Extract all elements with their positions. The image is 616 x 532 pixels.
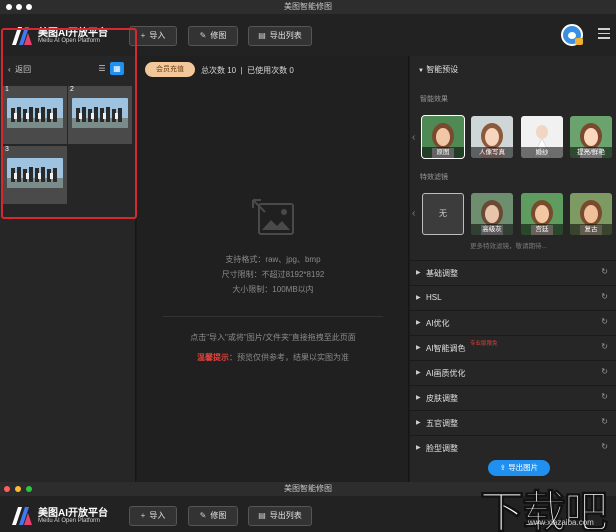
window-zoom-dot[interactable] — [26, 4, 32, 10]
thumbnail-item[interactable]: 3 — [3, 146, 67, 204]
import-drop-area[interactable]: 会员充值 总次数 10 | 已使用次数 0 支持格式：raw、jpg、bmp 尺… — [137, 56, 409, 482]
filter-none[interactable]: 无 — [422, 193, 464, 235]
vip-recharge-button[interactable]: 会员充值 — [145, 62, 195, 77]
retouch-button[interactable]: ✎ 修图 — [188, 26, 238, 46]
triangle-right-icon: ▶ — [416, 370, 421, 376]
reset-icon[interactable]: ↻ — [601, 392, 608, 401]
triangle-down-icon: ▼ — [418, 68, 424, 74]
file-limit-text: 大小限制：100MB以内 — [232, 285, 314, 294]
list-icon: ▤ — [258, 511, 266, 520]
section-ai-quality[interactable]: ▶ AI画质优化 ↻ — [410, 360, 616, 384]
window-minimize-dot[interactable] — [16, 4, 22, 10]
export-list-button[interactable]: ▤ 导出列表 — [248, 26, 312, 46]
import-button[interactable]: + 导入 — [129, 506, 177, 526]
effect-original[interactable]: 原图 — [421, 115, 465, 159]
chevron-left-icon[interactable]: ‹ — [412, 132, 415, 143]
plus-icon: + — [140, 511, 146, 520]
reset-icon[interactable]: ↻ — [601, 342, 608, 351]
adjustment-panel: ▼ 智能预设 智能效果 ‹ 原图 人像写真 婚纱 提亮/鲜艳 特效滤镜 ‹ 无 … — [410, 56, 616, 482]
section-features[interactable]: ▶ 五官调整 ↻ — [410, 410, 616, 434]
pro-free-badge: 专业版限免 — [470, 341, 498, 347]
filter-retro[interactable]: 复古 — [570, 193, 612, 235]
filter-gray[interactable]: 高级灰 — [471, 193, 513, 235]
chevron-left-icon[interactable]: ‹ — [412, 208, 415, 219]
magic-wand-icon: ✎ — [199, 31, 207, 40]
section-ai-optimize[interactable]: ▶ AI优化 ↻ — [410, 310, 616, 334]
window-title: 美图智能修图 — [284, 2, 332, 11]
effect-portrait[interactable]: 人像写真 — [471, 116, 513, 158]
smart-effect-title: 智能效果 — [420, 96, 448, 103]
triangle-right-icon: ▶ — [416, 270, 421, 276]
list-icon: ▤ — [258, 31, 266, 40]
thumbnail-index: 3 — [5, 146, 9, 153]
image-placeholder-icon — [252, 199, 294, 235]
section-hsl[interactable]: ▶ HSL ↻ — [410, 285, 616, 309]
reset-icon[interactable]: ↻ — [601, 417, 608, 426]
thumbnail-item[interactable]: 1 — [3, 86, 67, 144]
triangle-right-icon: ▶ — [416, 295, 421, 301]
reset-icon[interactable]: ↻ — [601, 292, 608, 301]
export-image-button[interactable]: ⇪ 导出图片 — [488, 460, 550, 476]
brand-subtitle: Meitu AI Open Platform — [38, 518, 101, 524]
triangle-right-icon: ▶ — [416, 320, 421, 326]
section-face-shape[interactable]: ▶ 脸型调整 ↻ — [410, 435, 616, 459]
retouch-button[interactable]: ✎ 修图 — [188, 506, 238, 526]
window-title: 美图智能修图 — [284, 484, 332, 493]
triangle-right-icon: ▶ — [416, 420, 421, 426]
brand-name: 美图AI开放平台 — [38, 508, 108, 519]
group-photo-image — [7, 158, 63, 188]
triangle-right-icon: ▶ — [416, 345, 421, 351]
window-title-bar: 美图智能修图 — [0, 0, 616, 14]
reset-icon[interactable]: ↻ — [601, 442, 608, 451]
thumbnail-index: 2 — [70, 86, 74, 93]
effect-wedding[interactable]: 婚纱 — [521, 116, 563, 158]
preset-section-header[interactable]: ▼ 智能预设 — [418, 64, 458, 75]
reset-icon[interactable]: ↻ — [601, 317, 608, 326]
size-limit-text: 尺寸限制：不超过8192*8192 — [221, 270, 325, 279]
meitu-logo-icon — [12, 507, 32, 525]
user-avatar[interactable] — [561, 24, 583, 46]
thumbnail-index: 1 — [5, 86, 9, 93]
section-ai-color[interactable]: ▶ AI智能调色 专业版限免 ↻ — [410, 335, 616, 359]
window-close-dot[interactable] — [6, 4, 12, 10]
window-zoom-dot[interactable] — [26, 486, 32, 492]
preview-warning: 温馨提示：预览仅供参考，结果以实图为准 — [197, 353, 349, 362]
section-basic-adjust[interactable]: ▶ 基础调整 ↻ — [410, 260, 616, 284]
menu-icon[interactable] — [598, 28, 610, 39]
upload-icon: ⇪ — [499, 463, 507, 472]
plus-icon: + — [140, 31, 146, 40]
triangle-right-icon: ▶ — [416, 445, 421, 451]
thumbnail-item[interactable]: 2 — [68, 86, 132, 144]
reset-icon[interactable]: ↻ — [601, 367, 608, 376]
group-photo-image — [7, 98, 63, 128]
usage-counter: 总次数 10 | 已使用次数 0 — [201, 66, 294, 75]
export-list-button[interactable]: ▤ 导出列表 — [248, 506, 312, 526]
site-watermark-url: www.xiazaiba.com — [528, 518, 594, 527]
reset-icon[interactable]: ↻ — [601, 267, 608, 276]
filter-title: 特效滤镜 — [420, 174, 448, 181]
effect-brighten[interactable]: 提亮/鲜艳 — [570, 116, 612, 158]
filter-palace[interactable]: 宫廷 — [521, 193, 563, 235]
more-filters-note: 更多特效滤镜，敬请期待... — [470, 243, 547, 250]
vip-crown-icon — [575, 38, 583, 45]
divider — [163, 316, 383, 317]
window-close-dot[interactable] — [4, 486, 10, 492]
section-skin[interactable]: ▶ 皮肤调整 ↻ — [410, 385, 616, 409]
group-photo-image — [72, 98, 128, 128]
drop-hint-text: 点击"导入"或将"图片/文件夹"直接拖拽至此页面 — [190, 333, 356, 342]
supported-formats-text: 支持格式：raw、jpg、bmp — [225, 255, 321, 264]
window-minimize-dot[interactable] — [15, 486, 21, 492]
triangle-right-icon: ▶ — [416, 395, 421, 401]
magic-wand-icon: ✎ — [199, 511, 207, 520]
